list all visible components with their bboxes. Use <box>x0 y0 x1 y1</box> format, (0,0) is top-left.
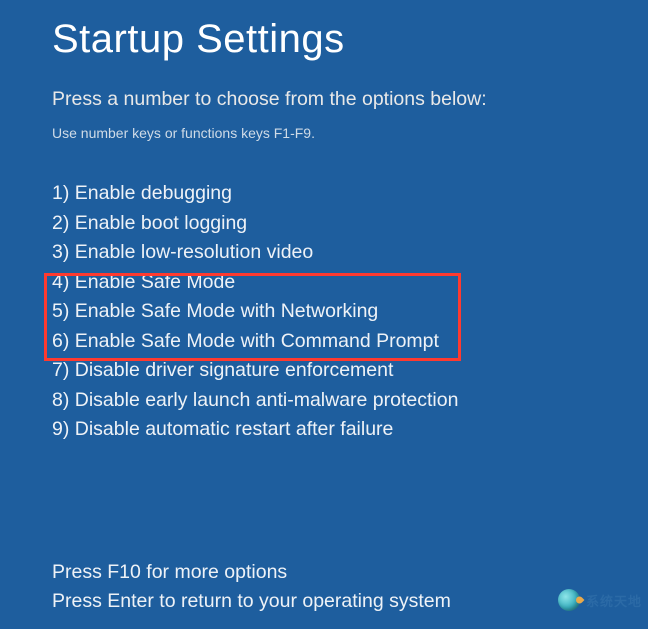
option-9-disable-auto-restart[interactable]: 9) Disable automatic restart after failu… <box>52 415 596 445</box>
option-1-enable-debugging[interactable]: 1) Enable debugging <box>52 179 596 209</box>
instruction-subtitle: Press a number to choose from the option… <box>52 88 596 111</box>
watermark-text: 系统天地 <box>586 591 642 610</box>
option-3-low-resolution-video[interactable]: 3) Enable low-resolution video <box>52 238 596 268</box>
option-2-enable-boot-logging[interactable]: 2) Enable boot logging <box>52 209 596 239</box>
option-7-disable-driver-signature[interactable]: 7) Disable driver signature enforcement <box>52 356 596 386</box>
option-8-disable-anti-malware[interactable]: 8) Disable early launch anti-malware pro… <box>52 386 596 416</box>
footer-return: Press Enter to return to your operating … <box>52 587 451 616</box>
option-4-safe-mode[interactable]: 4) Enable Safe Mode <box>52 268 596 298</box>
option-6-safe-mode-command-prompt[interactable]: 6) Enable Safe Mode with Command Prompt <box>52 327 596 357</box>
footer-more-options: Press F10 for more options <box>52 558 451 587</box>
watermark: 系统天地 <box>558 589 642 611</box>
watermark-globe-icon <box>558 589 580 611</box>
footer-instructions: Press F10 for more options Press Enter t… <box>52 558 451 616</box>
instruction-hint: Use number keys or functions keys F1-F9. <box>52 125 596 141</box>
option-5-safe-mode-networking[interactable]: 5) Enable Safe Mode with Networking <box>52 297 596 327</box>
startup-settings-screen: Startup Settings Press a number to choos… <box>0 0 648 445</box>
page-title: Startup Settings <box>52 17 596 62</box>
options-list: 1) Enable debugging 2) Enable boot loggi… <box>52 179 596 445</box>
